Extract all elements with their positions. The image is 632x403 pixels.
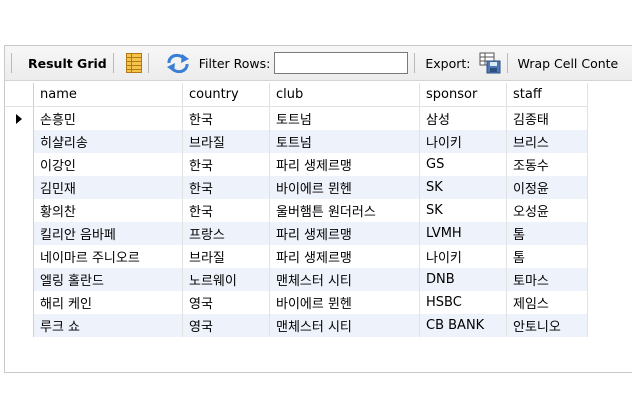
cell-club[interactable]: 토트넘 [269,106,420,130]
export-icon[interactable] [479,52,501,74]
result-grid-panel: Result Grid Filter Rows: Export: Wrap Ce… [4,45,632,373]
cell-club[interactable]: 바이에르 뮌헨 [269,176,420,199]
result-table: name country club sponsor staff 손흥민 한국 토트넘… [5,83,588,337]
cell-club[interactable]: 울버햄튼 원더러스 [269,199,420,222]
cell-sponsor[interactable]: CB BANK [419,314,507,337]
row-pointer-icon [16,113,22,124]
cell-club[interactable]: 파리 생제르맹 [269,153,420,176]
cell-sponsor[interactable]: SK [419,176,507,199]
cell-staff[interactable]: 김종태 [506,106,588,130]
row-header[interactable] [5,106,34,130]
cell-country[interactable]: 영국 [182,314,270,337]
table-row[interactable]: 루크 쇼 영국 맨체스터 시티 CB BANK 안토니오 [5,314,588,337]
cell-name[interactable]: 김민재 [33,176,183,199]
cell-staff[interactable]: 톰 [506,222,588,245]
row-header[interactable] [5,130,34,153]
export-label: Export: [425,55,471,71]
wrap-cell-content-button[interactable]: Wrap Cell Conte [518,56,619,71]
result-grid-title: Result Grid [28,55,107,71]
row-header[interactable] [5,291,34,314]
cell-sponsor[interactable]: GS [419,153,507,176]
row-header[interactable] [5,176,34,199]
table-body: 손흥민 한국 토트넘 삼성 김종태 히샬리송 브라질 토트넘 나이키 브리스 이강인 한국 파리 생제르… [5,106,588,337]
cell-country[interactable]: 한국 [182,106,270,130]
table-row[interactable]: 네이마르 주니오르 브라질 파리 생제르맹 나이키 톰 [5,245,588,268]
filter-rows-input[interactable] [274,52,409,74]
row-header[interactable] [5,268,34,291]
cell-club[interactable]: 토트넘 [269,130,420,153]
toolbar-separator [11,53,12,73]
cell-country[interactable]: 브라질 [182,130,270,153]
cell-club[interactable]: 맨체스터 시티 [269,268,420,291]
toolbar-separator [506,53,508,73]
cell-sponsor[interactable]: SK [419,199,507,222]
cell-name[interactable]: 엘링 홀란드 [33,268,183,291]
cell-staff[interactable]: 토마스 [506,268,588,291]
cell-staff[interactable]: 이정윤 [506,176,588,199]
refresh-icon[interactable] [165,53,191,74]
cell-country[interactable]: 한국 [182,153,270,176]
row-header[interactable] [5,314,34,337]
table-row[interactable]: 김민재 한국 바이에르 뮌헨 SK 이정윤 [5,176,588,199]
column-header-country[interactable]: country [182,83,270,107]
column-header-name[interactable]: name [33,83,183,107]
cell-name[interactable]: 네이마르 주니오르 [33,245,183,268]
cell-country[interactable]: 한국 [182,176,270,199]
table-row[interactable]: 히샬리송 브라질 토트넘 나이키 브리스 [5,130,588,153]
cell-country[interactable]: 영국 [182,291,270,314]
table-row[interactable]: 이강인 한국 파리 생제르맹 GS 조동수 [5,153,588,176]
grid-view-icon[interactable] [125,53,142,73]
row-header[interactable] [5,222,34,245]
row-header[interactable] [5,153,34,176]
cell-staff[interactable]: 오성윤 [506,199,588,222]
cell-staff[interactable]: 안토니오 [506,314,588,337]
cell-sponsor[interactable]: 나이키 [419,130,507,153]
column-header-staff[interactable]: staff [506,83,588,107]
toolbar-separator [112,53,114,73]
row-header[interactable] [5,199,34,222]
cell-country[interactable]: 브라질 [182,245,270,268]
cell-club[interactable]: 파리 생제르맹 [269,245,420,268]
cell-country[interactable]: 노르웨이 [182,268,270,291]
cell-name[interactable]: 킬리안 음바페 [33,222,183,245]
cell-name[interactable]: 손흥민 [33,106,183,130]
table-row[interactable]: 손흥민 한국 토트넘 삼성 김종태 [5,106,588,130]
row-header-corner [5,83,34,107]
cell-name[interactable]: 해리 케인 [33,291,183,314]
cell-name[interactable]: 루크 쇼 [33,314,183,337]
cell-sponsor[interactable]: 나이키 [419,245,507,268]
filter-rows-label: Filter Rows: [198,55,271,71]
cell-name[interactable]: 황의찬 [33,199,183,222]
cell-sponsor[interactable]: 삼성 [419,106,507,130]
cell-sponsor[interactable]: LVMH [419,222,507,245]
table-row[interactable]: 황의찬 한국 울버햄튼 원더러스 SK 오성윤 [5,199,588,222]
result-toolbar: Result Grid Filter Rows: Export: Wrap Ce… [5,46,632,81]
cell-club[interactable]: 바이에르 뮌헨 [269,291,420,314]
cell-staff[interactable]: 톰 [506,245,588,268]
cell-name[interactable]: 히샬리송 [33,130,183,153]
cell-country[interactable]: 한국 [182,199,270,222]
cell-staff[interactable]: 제임스 [506,291,588,314]
cell-staff[interactable]: 브리스 [506,130,588,153]
table-row[interactable]: 킬리안 음바페 프랑스 파리 생제르맹 LVMH 톰 [5,222,588,245]
cell-name[interactable]: 이강인 [33,153,183,176]
cell-staff[interactable]: 조동수 [506,153,588,176]
cell-sponsor[interactable]: HSBC [419,291,507,314]
row-header[interactable] [5,245,34,268]
toolbar-separator [414,53,416,73]
column-header-sponsor[interactable]: sponsor [419,83,507,107]
cell-club[interactable]: 파리 생제르맹 [269,222,420,245]
cell-sponsor[interactable]: DNB [419,268,507,291]
column-header-club[interactable]: club [269,83,420,107]
cell-club[interactable]: 맨체스터 시티 [269,314,420,337]
table-row[interactable]: 엘링 홀란드 노르웨이 맨체스터 시티 DNB 토마스 [5,268,588,291]
toolbar-separator [147,53,149,73]
header-row: name country club sponsor staff [5,83,588,107]
table-row[interactable]: 해리 케인 영국 바이에르 뮌헨 HSBC 제임스 [5,291,588,314]
cell-country[interactable]: 프랑스 [182,222,270,245]
